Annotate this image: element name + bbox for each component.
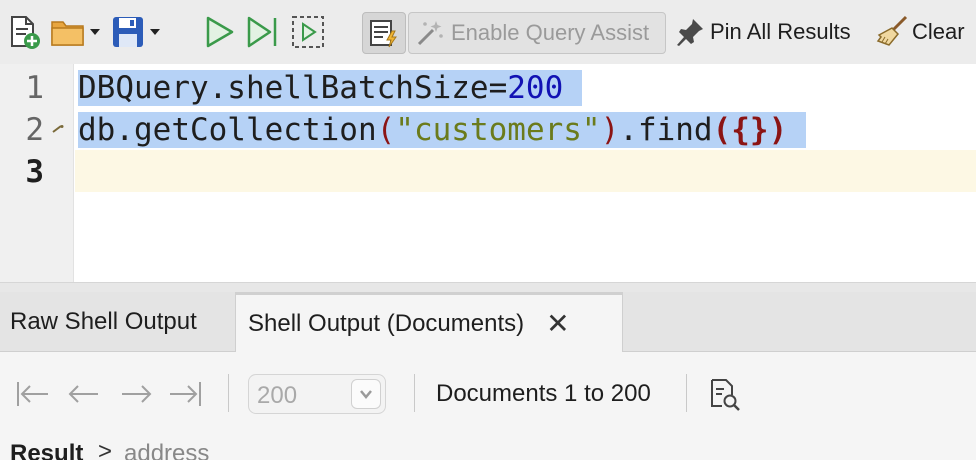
broom-icon	[876, 15, 908, 46]
documents-range-label: Documents 1 to 200	[436, 380, 651, 407]
save-disk-icon	[113, 17, 143, 47]
document-search-icon	[711, 379, 740, 411]
last-page-button[interactable]	[166, 374, 206, 414]
previous-page-button[interactable]	[64, 374, 104, 414]
enable-query-assist-button[interactable]: Enable Query Assist	[408, 12, 666, 54]
play-icon	[206, 16, 234, 48]
run-statement-button[interactable]	[244, 14, 280, 50]
code-line-1: DBQuery.shellBatchSize=200	[78, 67, 582, 109]
line-number: 2	[25, 112, 44, 148]
first-page-icon	[17, 382, 48, 406]
tab-label: Raw Shell Output	[10, 308, 197, 335]
run-button[interactable]	[202, 14, 236, 50]
breadcrumb-root[interactable]: Result	[10, 440, 83, 460]
open-dropdown-caret[interactable]	[90, 29, 100, 35]
page-size-dropdown-button[interactable]	[351, 379, 381, 409]
code-string: "customers"	[395, 112, 601, 148]
close-icon[interactable]: ✕	[546, 310, 569, 338]
code-identifier: db.getCollection	[78, 112, 377, 148]
code-paren: (	[376, 112, 396, 148]
code-line-2: db.getCollection("customers").find({})	[78, 109, 806, 151]
edit-marker-icon	[52, 125, 64, 133]
arrow-right-icon	[122, 385, 152, 403]
new-script-button[interactable]	[8, 14, 42, 50]
chevron-down-icon	[360, 390, 372, 399]
code-identifier: DBQuery.shellBatchSize=	[78, 70, 508, 106]
line-number-gutter: 1 2 3	[0, 64, 74, 282]
step-play-icon	[247, 16, 277, 48]
code-paren: )	[600, 112, 620, 148]
tab-raw-shell-output[interactable]: Raw Shell Output	[0, 292, 234, 352]
clear-label: Clear	[912, 19, 965, 44]
page-size-value: 200	[257, 382, 298, 409]
clear-button[interactable]: Clear	[876, 14, 976, 50]
open-button[interactable]	[50, 14, 86, 50]
save-dropdown-caret[interactable]	[150, 29, 160, 35]
breadcrumb-separator: >	[98, 438, 113, 460]
code-args: ({})	[712, 112, 788, 148]
run-selection-icon	[292, 16, 324, 48]
separator	[686, 374, 687, 412]
code-method: .find	[619, 112, 713, 148]
last-page-icon	[170, 382, 201, 406]
run-selection-button[interactable]	[290, 14, 326, 50]
separator	[414, 374, 415, 412]
panel-splitter[interactable]	[0, 282, 976, 292]
first-page-button[interactable]	[12, 374, 52, 414]
pin-all-results-label: Pin All Results	[710, 19, 851, 44]
toolbar: Enable Query Assist Pin All Results Clea…	[0, 0, 976, 64]
query-assist-icon	[370, 20, 397, 48]
pin-all-results-button[interactable]: Pin All Results	[674, 14, 864, 50]
tab-label: Shell Output (Documents)	[248, 310, 525, 337]
query-editor[interactable]: 1 2 3 DBQuery.shellBatchSize=200 db.getC…	[0, 64, 976, 282]
folder-icon	[51, 21, 84, 46]
query-code-view-button[interactable]	[704, 374, 744, 414]
enable-query-assist-label: Enable Query Assist	[451, 20, 650, 45]
pagination-toolbar: 200 Documents 1 to 200	[0, 352, 976, 436]
line-number: 3	[25, 154, 44, 190]
tab-shell-output-documents[interactable]: Shell Output (Documents) ✕	[235, 292, 623, 353]
next-page-button[interactable]	[116, 374, 156, 414]
query-assist-toggle[interactable]	[362, 12, 406, 54]
pin-icon	[677, 19, 703, 46]
page-size-select[interactable]: 200	[248, 374, 386, 414]
output-tab-bar: Raw Shell Output Shell Output (Documents…	[0, 292, 976, 353]
breadcrumb-current: address	[124, 440, 210, 460]
breadcrumb: Result > address	[0, 436, 976, 460]
code-number: 200	[507, 70, 564, 106]
save-button[interactable]	[110, 14, 146, 50]
line-number: 1	[25, 70, 44, 106]
separator	[228, 374, 229, 412]
current-line-highlight	[75, 150, 976, 192]
arrow-left-icon	[68, 385, 98, 403]
magic-wand-icon	[417, 21, 443, 46]
new-document-icon	[11, 16, 40, 49]
